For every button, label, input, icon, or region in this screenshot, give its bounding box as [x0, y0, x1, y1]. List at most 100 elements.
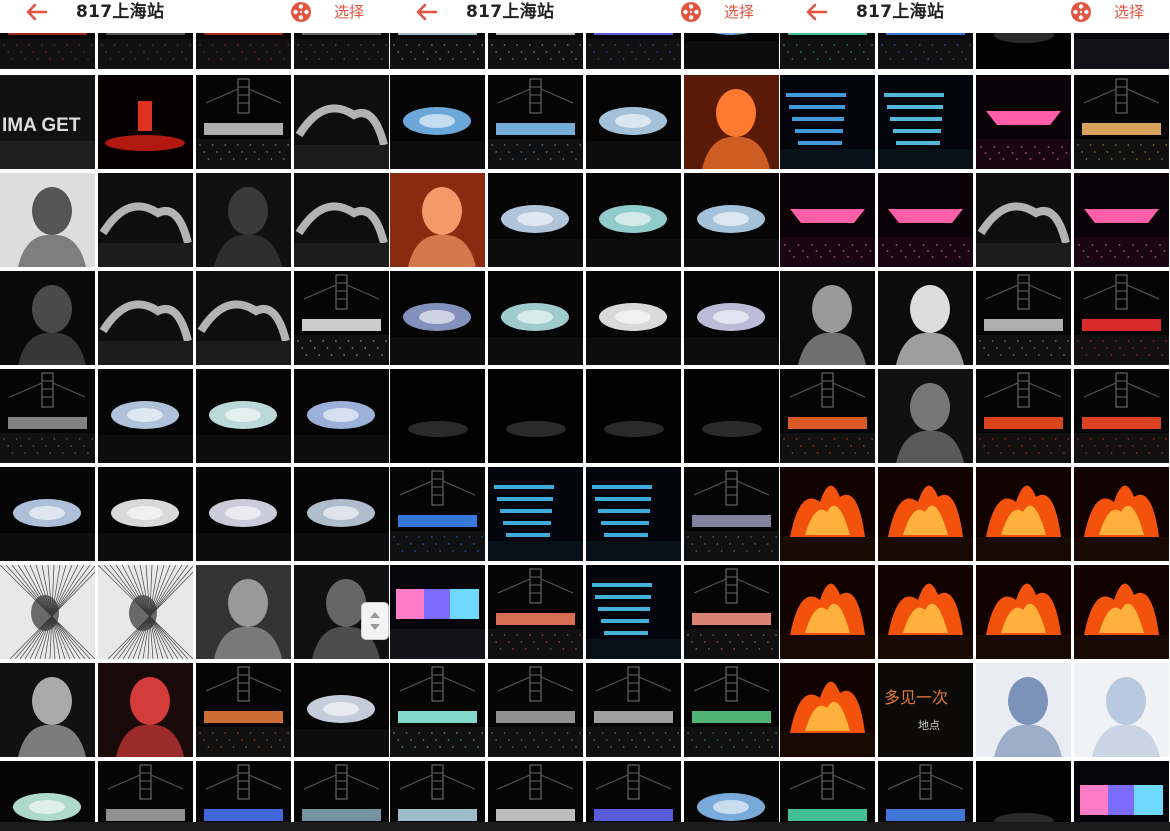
film-reel-icon[interactable]	[1069, 0, 1093, 24]
photo-thumbnail[interactable]	[780, 565, 875, 659]
photo-thumbnail[interactable]	[196, 761, 291, 831]
photo-thumbnail[interactable]	[586, 467, 681, 561]
photo-thumbnail[interactable]	[1074, 369, 1169, 463]
photo-thumbnail[interactable]	[1074, 271, 1169, 365]
photo-thumbnail[interactable]	[196, 271, 291, 365]
photo-thumbnail[interactable]	[196, 75, 291, 169]
photo-thumbnail[interactable]	[976, 173, 1071, 267]
photo-thumbnail[interactable]	[1074, 33, 1169, 69]
photo-thumbnail[interactable]	[1074, 467, 1169, 561]
photo-thumbnail[interactable]	[488, 33, 583, 69]
photo-thumbnail[interactable]	[878, 761, 973, 831]
photo-thumbnail[interactable]	[488, 467, 583, 561]
photo-thumbnail[interactable]	[586, 369, 681, 463]
photo-thumbnail[interactable]	[684, 75, 779, 169]
film-reel-icon[interactable]	[679, 0, 703, 24]
photo-thumbnail[interactable]	[0, 565, 95, 659]
photo-thumbnail[interactable]	[780, 271, 875, 365]
photo-thumbnail[interactable]	[98, 173, 193, 267]
photo-thumbnail[interactable]	[488, 75, 583, 169]
photo-thumbnail[interactable]	[390, 33, 485, 69]
photo-thumbnail[interactable]	[780, 761, 875, 831]
photo-thumbnail[interactable]	[294, 75, 389, 169]
photo-thumbnail[interactable]	[0, 663, 95, 757]
photo-thumbnail[interactable]	[878, 33, 973, 69]
photo-thumbnail[interactable]	[294, 369, 389, 463]
scroll-handle[interactable]	[361, 602, 389, 640]
photo-thumbnail[interactable]	[586, 33, 681, 69]
photo-thumbnail[interactable]	[0, 369, 95, 463]
photo-thumbnail[interactable]	[684, 369, 779, 463]
photo-thumbnail[interactable]	[196, 467, 291, 561]
photo-thumbnail[interactable]	[1074, 75, 1169, 169]
photo-thumbnail[interactable]	[976, 271, 1071, 365]
photo-thumbnail[interactable]	[0, 467, 95, 561]
photo-thumbnail[interactable]	[684, 663, 779, 757]
photo-thumbnail[interactable]	[390, 271, 485, 365]
photo-thumbnail[interactable]	[196, 33, 291, 69]
photo-thumbnail[interactable]	[976, 75, 1071, 169]
back-arrow-icon[interactable]	[414, 1, 440, 23]
photo-thumbnail[interactable]	[586, 761, 681, 831]
photo-thumbnail[interactable]	[294, 663, 389, 757]
photo-thumbnail[interactable]	[294, 467, 389, 561]
select-button[interactable]: 选择	[724, 1, 754, 23]
photo-thumbnail[interactable]	[586, 75, 681, 169]
photo-thumbnail[interactable]	[0, 761, 95, 831]
photo-thumbnail[interactable]	[780, 33, 875, 69]
photo-thumbnail[interactable]	[878, 369, 973, 463]
photo-thumbnail[interactable]	[684, 761, 779, 831]
photo-thumbnail[interactable]	[586, 271, 681, 365]
photo-thumbnail[interactable]	[1074, 173, 1169, 267]
photo-thumbnail[interactable]	[684, 271, 779, 365]
photo-thumbnail[interactable]	[196, 173, 291, 267]
photo-thumbnail[interactable]	[586, 173, 681, 267]
photo-thumbnail[interactable]	[976, 761, 1071, 831]
photo-thumbnail[interactable]	[390, 761, 485, 831]
photo-thumbnail[interactable]	[390, 173, 485, 267]
photo-thumbnail[interactable]	[488, 761, 583, 831]
photo-thumbnail[interactable]	[976, 369, 1071, 463]
photo-thumbnail[interactable]	[878, 173, 973, 267]
photo-thumbnail[interactable]	[684, 173, 779, 267]
photo-thumbnail[interactable]	[976, 663, 1071, 757]
photo-thumbnail[interactable]: 多见一次地点	[878, 663, 973, 757]
photo-thumbnail[interactable]	[0, 33, 95, 69]
photo-thumbnail[interactable]	[780, 173, 875, 267]
photo-thumbnail[interactable]	[1074, 565, 1169, 659]
select-button[interactable]: 选择	[334, 1, 364, 23]
photo-thumbnail[interactable]	[976, 467, 1071, 561]
photo-thumbnail[interactable]	[196, 565, 291, 659]
photo-thumbnail[interactable]	[98, 467, 193, 561]
photo-thumbnail[interactable]	[684, 565, 779, 659]
photo-thumbnail[interactable]	[488, 173, 583, 267]
back-arrow-icon[interactable]	[24, 1, 50, 23]
photo-thumbnail[interactable]	[488, 663, 583, 757]
photo-thumbnail[interactable]	[780, 467, 875, 561]
photo-thumbnail[interactable]	[294, 33, 389, 69]
photo-thumbnail[interactable]	[976, 33, 1071, 69]
photo-thumbnail[interactable]	[98, 271, 193, 365]
photo-thumbnail[interactable]	[98, 75, 193, 169]
photo-thumbnail[interactable]	[684, 467, 779, 561]
photo-thumbnail[interactable]	[780, 663, 875, 757]
photo-thumbnail[interactable]	[390, 663, 485, 757]
photo-thumbnail[interactable]	[1074, 663, 1169, 757]
photo-thumbnail[interactable]	[390, 75, 485, 169]
photo-thumbnail[interactable]	[98, 369, 193, 463]
photo-thumbnail[interactable]	[878, 271, 973, 365]
photo-thumbnail[interactable]: IMA GET	[0, 75, 95, 169]
photo-thumbnail[interactable]	[0, 173, 95, 267]
film-reel-icon[interactable]	[289, 0, 313, 24]
photo-thumbnail[interactable]	[1074, 761, 1169, 831]
photo-thumbnail[interactable]	[390, 467, 485, 561]
photo-thumbnail[interactable]	[878, 565, 973, 659]
photo-thumbnail[interactable]	[196, 369, 291, 463]
photo-thumbnail[interactable]	[586, 663, 681, 757]
select-button[interactable]: 选择	[1114, 1, 1144, 23]
photo-thumbnail[interactable]	[98, 33, 193, 69]
photo-thumbnail[interactable]	[586, 565, 681, 659]
photo-thumbnail[interactable]	[0, 271, 95, 365]
photo-thumbnail[interactable]	[976, 565, 1071, 659]
photo-thumbnail[interactable]	[390, 369, 485, 463]
